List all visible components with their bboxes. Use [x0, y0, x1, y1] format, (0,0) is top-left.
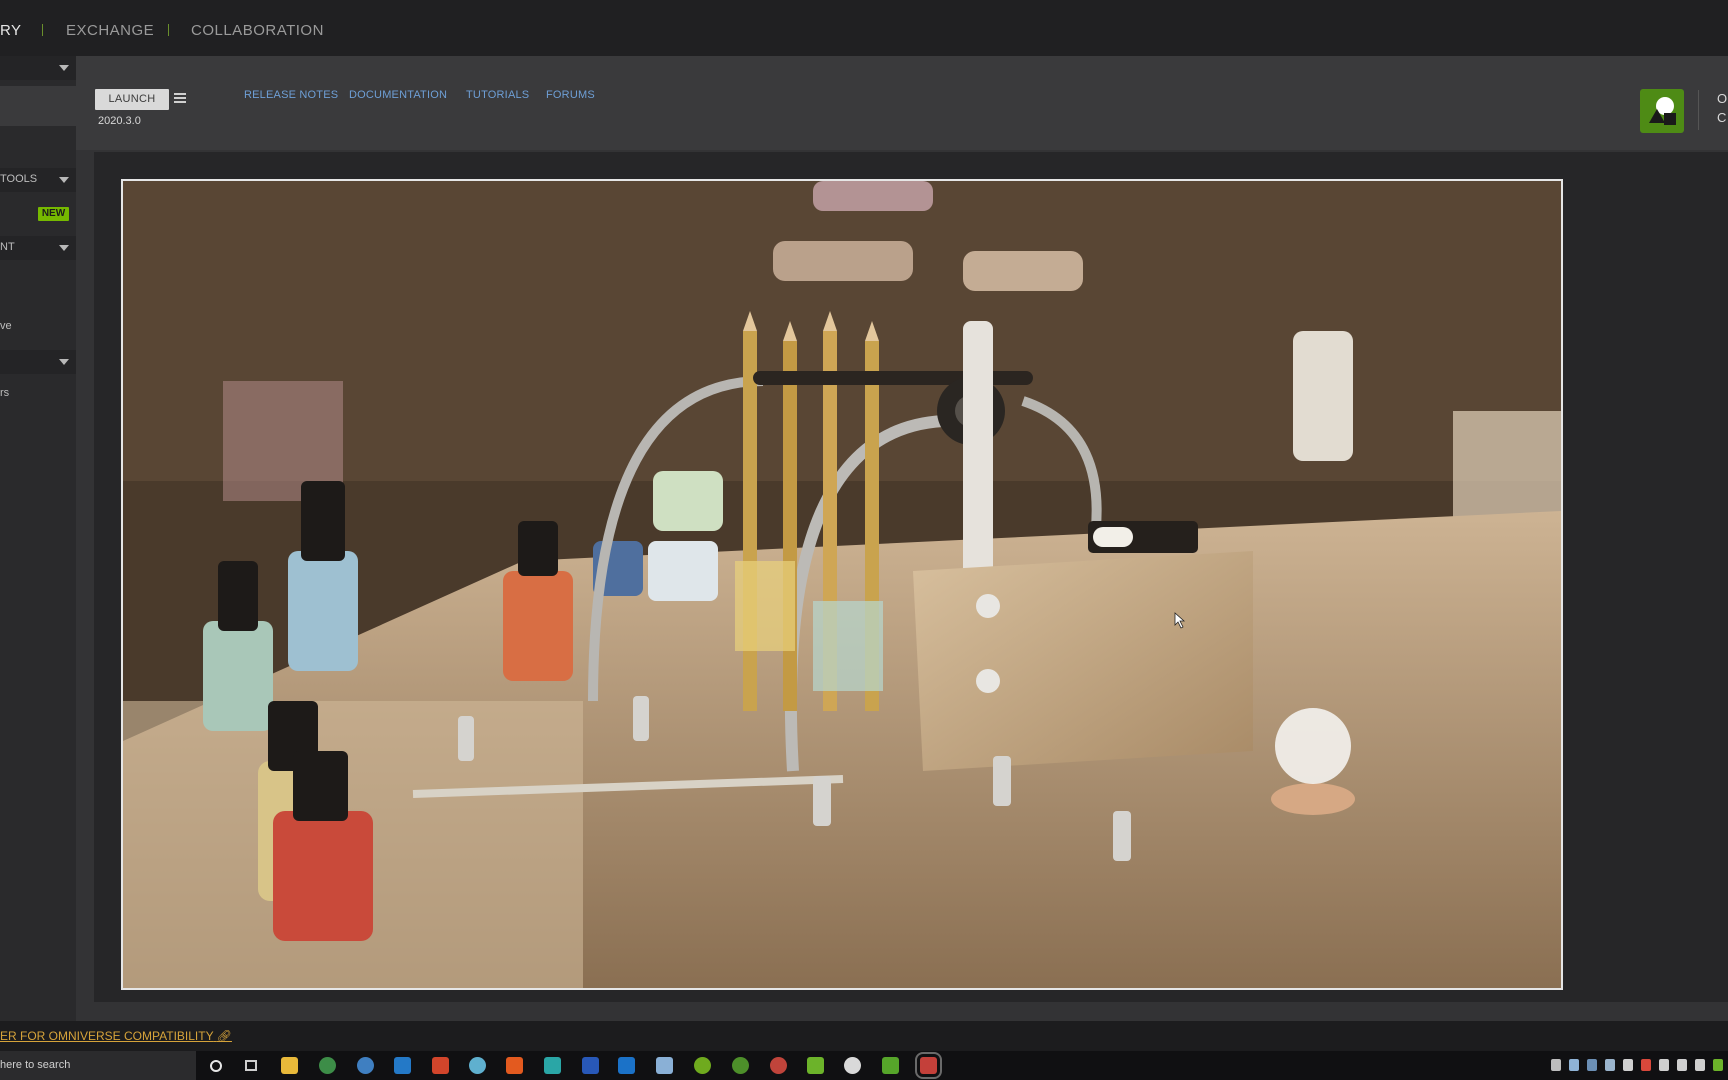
- sidebar-selected-panel[interactable]: [0, 86, 76, 126]
- windows-taskbar: here to search: [0, 1051, 1728, 1080]
- taskbar-search-box[interactable]: here to search: [0, 1051, 196, 1080]
- sidebar-item-ve[interactable]: ve: [0, 320, 12, 332]
- hamburger-menu-icon[interactable]: [174, 93, 186, 103]
- settings-gear-icon[interactable]: [844, 1057, 861, 1074]
- vscode-icon[interactable]: [394, 1057, 411, 1074]
- new-badge: NEW: [38, 207, 69, 221]
- chevron-down-icon: [59, 177, 69, 183]
- nav-tab-library[interactable]: RY: [0, 22, 22, 39]
- 3ds-max-icon[interactable]: [544, 1057, 561, 1074]
- network-app-icon[interactable]: [469, 1057, 486, 1074]
- tutorials-link[interactable]: TUTORIALS: [466, 89, 529, 101]
- nav-tab-collaboration[interactable]: COLLABORATION: [191, 22, 324, 39]
- chevron-down-icon: [59, 245, 69, 251]
- outlook-icon[interactable]: [618, 1057, 635, 1074]
- sidebar-section-label: TOOLS: [0, 173, 38, 185]
- app-name-line1: O: [1717, 91, 1728, 106]
- refresh-app-icon[interactable]: [732, 1057, 749, 1074]
- featured-render-image[interactable]: [121, 179, 1563, 990]
- sidebar-section-collapsed[interactable]: [0, 350, 76, 374]
- sidebar-dropdown-top[interactable]: [0, 56, 76, 80]
- chevron-down-icon: [59, 65, 69, 71]
- sidebar: TOOLS NT ve rs: [0, 56, 76, 1021]
- top-navigation: RY EXCHANGE COLLABORATION: [0, 0, 1728, 56]
- launch-button[interactable]: LAUNCH: [95, 89, 169, 110]
- nav-separator: [42, 24, 43, 36]
- main-content: LAUNCH 2020.3.0 RELEASE NOTES DOCUMENTAT…: [76, 56, 1728, 1021]
- cortana-icon[interactable]: [210, 1060, 222, 1072]
- sidebar-item-rs[interactable]: rs: [0, 387, 9, 399]
- tray-app-icon[interactable]: [1659, 1059, 1669, 1071]
- link-icon: 🔗︎: [216, 1029, 232, 1043]
- nvidia-app-icon[interactable]: [694, 1057, 711, 1074]
- documentation-link[interactable]: DOCUMENTATION: [349, 89, 447, 101]
- notes-icon[interactable]: [656, 1057, 673, 1074]
- release-notes-link[interactable]: RELEASE NOTES: [244, 89, 338, 101]
- app-name-line2: C: [1717, 110, 1727, 125]
- omniverse-icon[interactable]: [882, 1057, 899, 1074]
- chrome-alt-icon[interactable]: [770, 1057, 787, 1074]
- chevron-down-icon: [59, 359, 69, 365]
- tray-app-icon[interactable]: [1605, 1059, 1615, 1071]
- tray-app-icon[interactable]: [1587, 1059, 1597, 1071]
- app-header: LAUNCH 2020.3.0 RELEASE NOTES DOCUMENTAT…: [76, 56, 1728, 150]
- nav-separator: [168, 24, 169, 36]
- tray-app-icon[interactable]: [1569, 1059, 1579, 1071]
- chrome-icon[interactable]: [319, 1057, 336, 1074]
- nvidia-icon[interactable]: [807, 1057, 824, 1074]
- sidebar-section-content[interactable]: NT: [0, 236, 76, 260]
- network-icon[interactable]: [1677, 1059, 1687, 1071]
- nav-tab-exchange[interactable]: EXCHANGE: [66, 22, 154, 39]
- revit-icon[interactable]: [582, 1057, 599, 1074]
- volume-icon[interactable]: [1695, 1059, 1705, 1071]
- chrome-profile-icon[interactable]: [357, 1057, 374, 1074]
- office-icon[interactable]: [432, 1057, 449, 1074]
- tray-app-icon[interactable]: [1641, 1059, 1651, 1071]
- omniverse-launcher-icon[interactable]: [915, 1052, 942, 1079]
- version-label: 2020.3.0: [98, 115, 141, 127]
- header-divider: [1698, 90, 1699, 130]
- forums-link[interactable]: FORUMS: [546, 89, 595, 101]
- task-view-icon[interactable]: [245, 1060, 257, 1071]
- sidebar-section-label: NT: [0, 241, 15, 253]
- file-explorer-icon[interactable]: [281, 1057, 298, 1074]
- nvidia-tray-icon[interactable]: [1713, 1059, 1723, 1071]
- compatibility-link[interactable]: ER FOR OMNIVERSE COMPATIBILITY 🔗︎: [0, 1029, 232, 1043]
- render-illustration: [123, 181, 1561, 988]
- compatibility-bar: ER FOR OMNIVERSE COMPATIBILITY 🔗︎: [0, 1021, 1728, 1051]
- compatibility-link-label: ER FOR OMNIVERSE COMPATIBILITY: [0, 1029, 214, 1043]
- tray-app-icon[interactable]: [1623, 1059, 1633, 1071]
- search-placeholder: here to search: [0, 1059, 71, 1071]
- image-viewer: [94, 152, 1728, 1002]
- omniverse-app-logo[interactable]: [1640, 89, 1684, 133]
- tray-chevron-icon[interactable]: [1551, 1059, 1561, 1071]
- brave-icon[interactable]: [506, 1057, 523, 1074]
- sidebar-section-tools[interactable]: TOOLS: [0, 168, 76, 192]
